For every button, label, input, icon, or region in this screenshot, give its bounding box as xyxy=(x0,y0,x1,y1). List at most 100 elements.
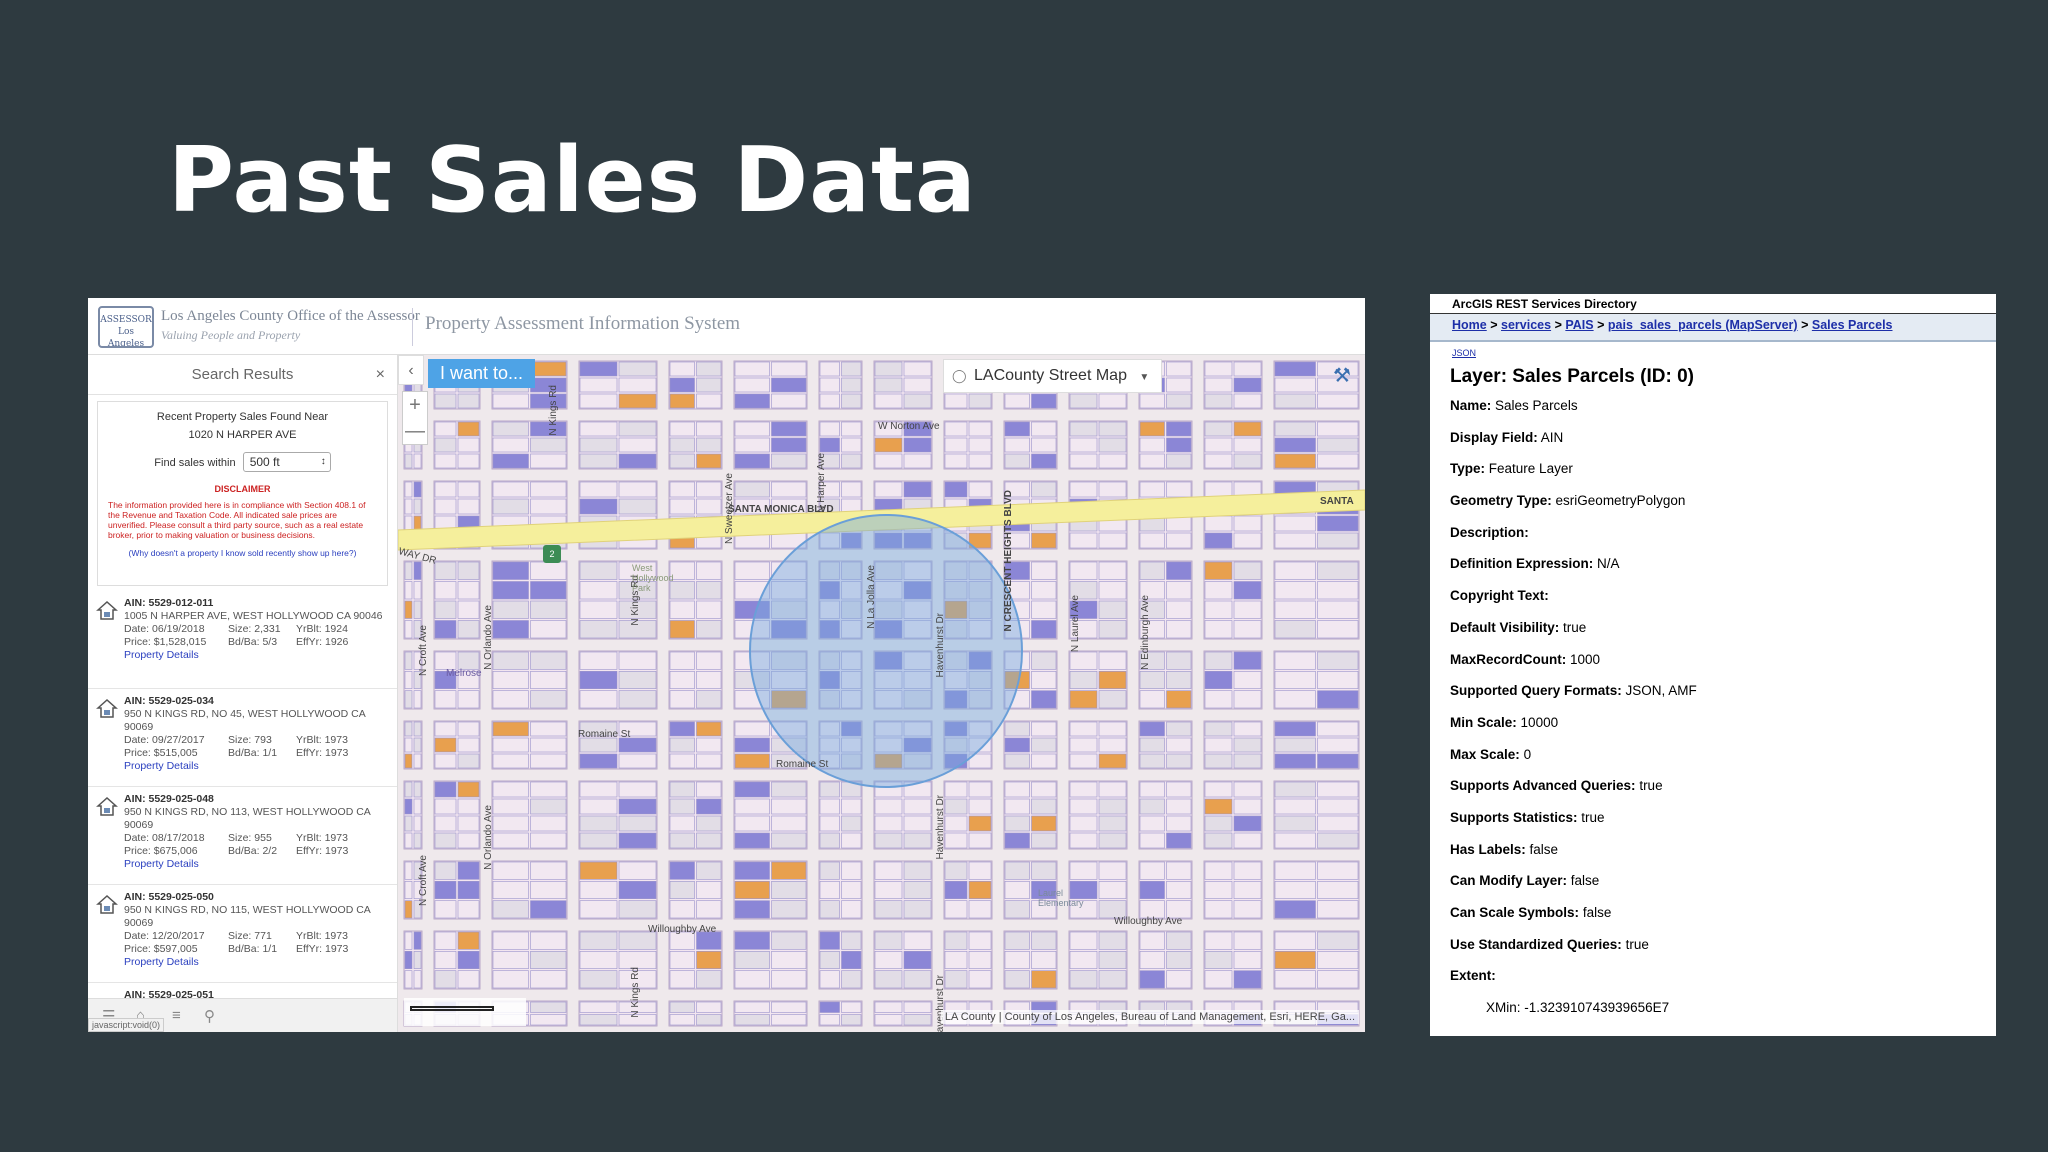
assessor-logo[interactable]: ASSESSOR Los Angeles County xyxy=(98,306,154,348)
parcel xyxy=(618,690,657,709)
breadcrumb-sales-parcels[interactable]: Sales Parcels xyxy=(1812,318,1893,332)
street-label: N Laurel Ave xyxy=(1070,595,1081,653)
parcel xyxy=(579,753,618,769)
parcel xyxy=(530,832,567,849)
parcel xyxy=(413,781,422,798)
parcel xyxy=(579,861,618,880)
result-yrblt: YrBlt: 1973 xyxy=(296,930,348,942)
property-row: MaxRecordCount: 1000 xyxy=(1430,652,1996,684)
parcel xyxy=(696,437,722,453)
parcel xyxy=(696,393,722,409)
parcel xyxy=(434,815,457,832)
parcel xyxy=(1004,781,1030,798)
parcel xyxy=(1031,581,1057,600)
parcel xyxy=(1233,721,1262,737)
close-icon[interactable]: × xyxy=(376,355,385,395)
parcel xyxy=(669,798,695,815)
street-label: N La Jolla Ave xyxy=(866,565,877,629)
street-label: Willoughby Ave xyxy=(1114,916,1183,927)
zoom-in-button[interactable]: + xyxy=(403,392,427,418)
parcel xyxy=(413,581,422,600)
distance-select[interactable]: 500 ft xyxy=(242,452,331,472)
search-icon[interactable]: ⚲ xyxy=(204,1007,215,1025)
parcel xyxy=(1274,970,1316,989)
parcel xyxy=(874,377,903,393)
parcel xyxy=(1139,690,1165,709)
parcel xyxy=(1069,481,1098,498)
breadcrumb-mapserver[interactable]: pais_sales_parcels (MapServer) xyxy=(1608,318,1798,332)
parcel xyxy=(1069,532,1098,549)
parcel xyxy=(968,951,992,969)
parcel xyxy=(669,690,695,709)
parcel xyxy=(1004,421,1030,437)
parcel xyxy=(1233,393,1262,409)
property-details-link[interactable]: Property Details xyxy=(124,858,392,871)
why-not-shown-link[interactable]: (Why doesn't a property I know sold rece… xyxy=(104,548,381,558)
parcel xyxy=(669,970,695,989)
parcel xyxy=(968,393,992,409)
parcel xyxy=(903,393,932,409)
parcel xyxy=(696,832,722,849)
i-want-to-button[interactable]: I want to... xyxy=(428,359,536,388)
parcel xyxy=(841,832,862,849)
parcel xyxy=(1139,437,1165,453)
parcel xyxy=(1069,421,1098,437)
parcel xyxy=(669,620,695,639)
parcel xyxy=(669,721,695,737)
map-view[interactable]: SANTA MONICA BLVD SANTA W Norton Ave Rom… xyxy=(398,355,1365,1032)
zoom-out-button[interactable]: — xyxy=(403,418,427,444)
parcel xyxy=(874,970,903,989)
parcel xyxy=(530,561,567,580)
parcel xyxy=(1233,651,1262,670)
basemap-select[interactable]: ◯ LACounty Street Map ▼ xyxy=(943,359,1163,393)
parcel xyxy=(579,377,618,393)
parcel xyxy=(903,861,932,880)
parcel xyxy=(1031,970,1057,989)
list-item[interactable]: AIN: 5529-012-011 1005 N HARPER AVE, WES… xyxy=(88,591,397,689)
pais-header: ASSESSOR Los Angeles County Los Angeles … xyxy=(88,298,1365,355)
parcel xyxy=(669,600,695,619)
parcel xyxy=(669,753,695,769)
result-yrblt: YrBlt: 1973 xyxy=(296,832,348,844)
parcel xyxy=(968,970,992,989)
parcel xyxy=(1166,600,1192,619)
parcel xyxy=(1098,671,1127,689)
parcel xyxy=(579,881,618,899)
list-item[interactable]: AIN: 5529-025-050 950 N KINGS RD, NO 115… xyxy=(88,885,397,983)
parcel xyxy=(1317,561,1359,580)
parcel xyxy=(1317,453,1359,469)
property-details-link[interactable]: Property Details xyxy=(124,760,392,773)
tools-icon[interactable]: ⚒ xyxy=(1333,363,1351,388)
parcel xyxy=(696,453,722,469)
breadcrumb-services[interactable]: services xyxy=(1501,318,1551,332)
parcel xyxy=(1166,393,1192,409)
parcel xyxy=(771,481,807,498)
parcel xyxy=(1233,737,1262,753)
parcel xyxy=(1233,815,1262,832)
parcel xyxy=(968,832,992,849)
property-details-link[interactable]: Property Details xyxy=(124,649,392,662)
parcel xyxy=(669,861,695,880)
json-link[interactable]: JSON xyxy=(1430,342,1996,358)
list-item[interactable]: AIN: 5529-025-048 950 N KINGS RD, NO 113… xyxy=(88,787,397,885)
parcel xyxy=(819,951,840,969)
result-address: 1005 N HARPER AVE, WEST HOLLYWOOD CA 900… xyxy=(124,610,383,622)
map-canvas[interactable] xyxy=(398,355,1365,1032)
parcel xyxy=(1031,620,1057,639)
parcel xyxy=(618,361,657,377)
collapse-panel-button[interactable]: ‹ xyxy=(398,355,424,385)
parcel xyxy=(434,970,457,989)
parcel xyxy=(1204,951,1233,969)
street-label: SANTA xyxy=(1320,496,1354,507)
parcel xyxy=(968,931,992,950)
parcel xyxy=(530,1001,567,1013)
list-icon[interactable]: ≡ xyxy=(172,1007,181,1024)
parcel xyxy=(841,377,862,393)
parcel xyxy=(530,581,567,600)
parcel xyxy=(903,951,932,969)
property-details-link[interactable]: Property Details xyxy=(124,956,392,969)
breadcrumb-pais[interactable]: PAIS xyxy=(1565,318,1593,332)
parcel xyxy=(669,651,695,670)
list-item[interactable]: AIN: 5529-025-034 950 N KINGS RD, NO 45,… xyxy=(88,689,397,787)
breadcrumb-home[interactable]: Home xyxy=(1452,318,1487,332)
